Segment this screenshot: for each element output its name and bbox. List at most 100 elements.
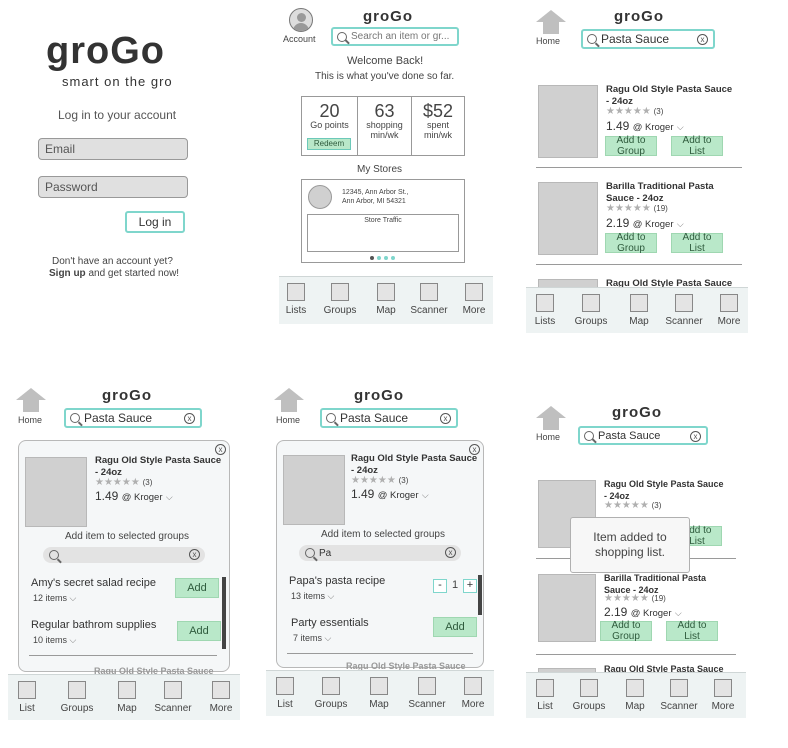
clear-search-icon[interactable]: x xyxy=(440,413,451,424)
stat-spent: $52 spent min/wk xyxy=(412,97,464,155)
account-avatar[interactable] xyxy=(289,8,313,32)
home-label[interactable]: Home xyxy=(276,415,300,425)
home-icon[interactable] xyxy=(536,406,566,430)
product-name-line: Ragu Old Style Pasta Sauce xyxy=(604,479,724,489)
tab-map[interactable]: Map xyxy=(112,681,142,714)
search-input[interactable]: Pasta Sauce x xyxy=(64,408,202,428)
price-row[interactable]: 1.49 @ Kroger ⌵ xyxy=(95,489,173,503)
carousel-dots[interactable] xyxy=(370,256,395,260)
clear-search-icon[interactable]: x xyxy=(697,34,708,45)
tab-more[interactable]: More xyxy=(459,283,489,316)
home-label[interactable]: Home xyxy=(536,432,560,442)
tab-label: Groups xyxy=(574,316,608,327)
product-image[interactable] xyxy=(538,182,598,255)
tab-list[interactable]: List xyxy=(530,679,560,712)
tab-list[interactable]: List xyxy=(270,677,300,710)
my-stores-heading: My Stores xyxy=(357,164,403,175)
scrollbar[interactable] xyxy=(478,575,482,615)
tab-more[interactable]: More xyxy=(714,294,744,327)
tab-groups[interactable]: Groups xyxy=(58,681,96,714)
account-label[interactable]: Account xyxy=(283,34,316,44)
tab-groups[interactable]: Groups xyxy=(312,677,350,710)
login-button[interactable]: Log in xyxy=(125,211,185,233)
product-name[interactable]: Barilla Traditional Pasta Sauce - 24oz xyxy=(606,181,746,205)
clear-search-icon[interactable]: x xyxy=(690,431,701,442)
product-image[interactable] xyxy=(538,574,596,642)
tab-groups[interactable]: Groups xyxy=(570,679,608,712)
groups-icon xyxy=(322,677,340,695)
tab-map[interactable]: Map xyxy=(364,677,394,710)
home-label[interactable]: Home xyxy=(536,36,560,46)
tab-map[interactable]: Map xyxy=(624,294,654,327)
groups-icon xyxy=(580,679,598,697)
price-row[interactable]: 1.49 @ Kroger ⌵ xyxy=(606,119,684,133)
password-field[interactable]: Password xyxy=(38,176,188,198)
more-icon xyxy=(465,283,483,301)
tab-scanner[interactable]: Scanner xyxy=(409,283,449,316)
scrollbar[interactable] xyxy=(222,577,226,649)
add-to-list-button[interactable]: Add to List xyxy=(671,135,723,157)
group-search-input[interactable]: x xyxy=(43,547,205,563)
email-field[interactable]: Email xyxy=(38,138,188,160)
no-account-text: Don't have an account yet? xyxy=(52,256,173,267)
product-name-line: Barilla Traditional Pasta xyxy=(604,573,707,583)
add-button[interactable]: Add xyxy=(177,621,221,641)
add-button[interactable]: Add xyxy=(175,578,219,598)
store-card[interactable]: 12345, Ann Arbor St., Ann Arbor, MI 5432… xyxy=(301,179,465,263)
add-to-list-button[interactable]: Add to List xyxy=(671,232,723,254)
tab-more[interactable]: More xyxy=(708,679,738,712)
lists-icon xyxy=(536,294,554,312)
clear-search-icon[interactable]: x xyxy=(189,549,200,560)
stat-shopping: 63 shopping min/wk xyxy=(358,97,412,155)
groups-icon xyxy=(331,283,349,301)
tab-scanner[interactable]: Scanner xyxy=(664,294,704,327)
review-count: (3) xyxy=(651,501,662,510)
tab-lists[interactable]: Lists xyxy=(530,294,560,327)
add-to-group-button[interactable]: Add to Group xyxy=(600,620,652,642)
tab-list[interactable]: List xyxy=(12,681,42,714)
tab-lists[interactable]: Lists xyxy=(281,283,311,316)
signup-link[interactable]: Sign up xyxy=(49,268,86,279)
search-input[interactable]: Pasta Sauce x xyxy=(578,426,708,445)
add-to-group-button[interactable]: Add to Group xyxy=(605,135,657,157)
tab-scanner[interactable]: Scanner xyxy=(152,681,194,714)
add-to-list-button[interactable]: Add to List xyxy=(666,620,718,642)
clear-search-icon[interactable]: x xyxy=(445,547,456,558)
clear-search-icon[interactable]: x xyxy=(184,413,195,424)
tab-groups[interactable]: Groups xyxy=(321,283,359,316)
price-row[interactable]: 1.49 @ Kroger ⌵ xyxy=(351,487,429,501)
home-icon[interactable] xyxy=(536,10,566,34)
decrement-button[interactable]: - xyxy=(433,579,447,593)
tab-more[interactable]: More xyxy=(458,677,488,710)
tab-map[interactable]: Map xyxy=(371,283,401,316)
tab-scanner[interactable]: Scanner xyxy=(406,677,448,710)
tab-more[interactable]: More xyxy=(206,681,236,714)
tab-label: Groups xyxy=(60,703,94,714)
product-name[interactable]: Ragu Old Style Pasta Sauce - 24oz xyxy=(604,478,744,502)
add-to-group-button[interactable]: Add to Group xyxy=(605,232,657,254)
tab-groups[interactable]: Groups xyxy=(572,294,610,327)
search-input[interactable]: Search an item or gr... xyxy=(331,27,459,46)
stat-label: shopping xyxy=(366,120,403,130)
home-icon[interactable] xyxy=(274,388,304,412)
close-panel-icon[interactable]: x xyxy=(215,444,226,455)
tab-label: Groups xyxy=(572,701,606,712)
home-label[interactable]: Home xyxy=(18,415,42,425)
product-image[interactable] xyxy=(538,85,598,158)
search-input[interactable]: Pasta Sauce x xyxy=(581,29,715,49)
price-row[interactable]: 2.19 @ Kroger ⌵ xyxy=(604,605,682,619)
group-name: Amy's secret salad recipe xyxy=(31,577,156,589)
product-name[interactable]: Ragu Old Style Pasta Sauce - 24oz xyxy=(606,84,746,108)
search-input[interactable]: Pasta Sauce x xyxy=(320,408,458,428)
home-icon[interactable] xyxy=(16,388,46,412)
group-search-input[interactable]: Pa x xyxy=(299,545,461,561)
add-button[interactable]: Add xyxy=(433,617,477,637)
increment-button[interactable]: + xyxy=(463,579,477,593)
redeem-button[interactable]: Redeem xyxy=(307,138,351,150)
tab-scanner[interactable]: Scanner xyxy=(658,679,700,712)
search-query: Pasta Sauce xyxy=(598,429,661,442)
price-row[interactable]: 2.19 @ Kroger ⌵ xyxy=(606,216,684,230)
tab-map[interactable]: Map xyxy=(620,679,650,712)
review-count: (3) xyxy=(398,476,409,485)
dot xyxy=(391,256,395,260)
